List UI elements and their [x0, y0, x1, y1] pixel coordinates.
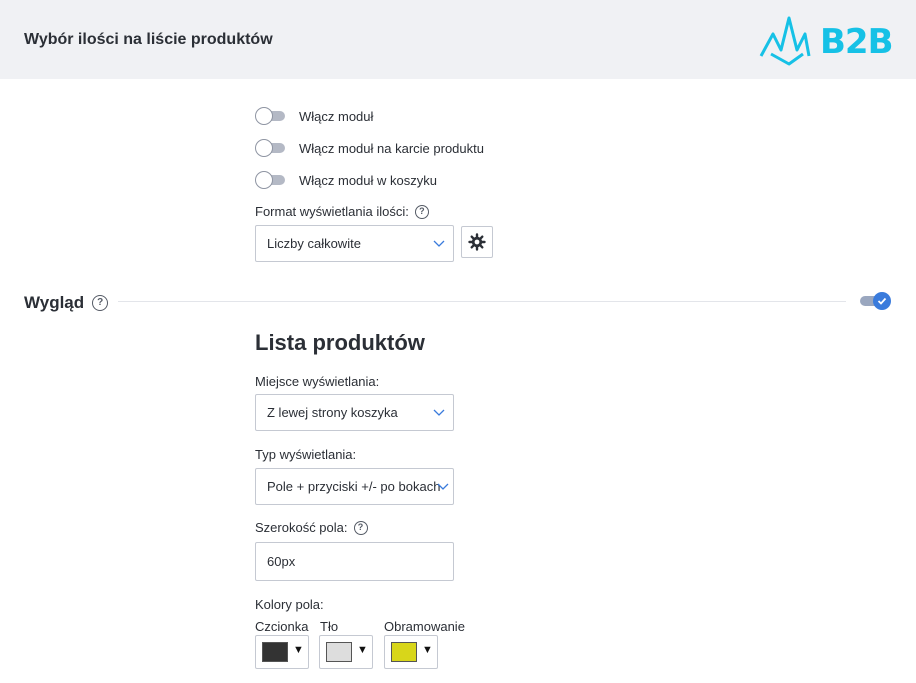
help-icon[interactable]: ?: [92, 295, 109, 311]
check-icon: [877, 297, 887, 305]
logo-text: B2B: [820, 22, 893, 62]
type-label: Typ wyświetlania:: [255, 447, 356, 462]
color-swatch: [391, 642, 417, 662]
color-picker-background[interactable]: ▼: [319, 635, 373, 669]
section-title-text: Wygląd: [24, 293, 85, 312]
toggle-label: Włącz moduł na karcie produktu: [299, 140, 484, 156]
placement-select-value: Z lewej strony koszyka: [267, 405, 398, 420]
color-swatch: [262, 642, 288, 662]
placement-select[interactable]: Z lewej strony koszyka: [255, 394, 454, 431]
logo-mountain-icon: [759, 16, 811, 66]
format-label: Format wyświetlania ilości: ?: [255, 204, 429, 219]
format-select[interactable]: Liczby całkowite: [255, 225, 454, 262]
color-picker-border[interactable]: ▼: [384, 635, 438, 669]
color-font-label: Czcionka: [255, 619, 309, 634]
width-label: Szerokość pola: ?: [255, 520, 368, 535]
color-background-label: Tło: [320, 619, 339, 634]
format-select-value: Liczby całkowite: [267, 236, 361, 251]
type-select[interactable]: Pole + przyciski +/- po bokach: [255, 468, 454, 505]
colors-label-text: Kolory pola:: [255, 597, 324, 612]
color-swatch: [326, 642, 352, 662]
help-icon[interactable]: ?: [414, 204, 429, 219]
section-divider: [118, 301, 846, 302]
caret-down-icon: ▼: [422, 644, 433, 656]
toggle-enable-product-card[interactable]: [255, 138, 287, 158]
toggle-label: Włącz moduł w koszyku: [299, 172, 437, 188]
gear-icon: [468, 233, 486, 251]
width-input[interactable]: [255, 542, 454, 581]
help-icon[interactable]: ?: [353, 520, 368, 535]
width-label-text: Szerokość pola:: [255, 520, 348, 535]
toggle-row-product-card: Włącz moduł na karcie produktu: [255, 138, 484, 158]
color-picker-font[interactable]: ▼: [255, 635, 309, 669]
color-border-label: Obramowanie: [384, 619, 465, 634]
section-title-appearance: Wygląd ?: [24, 293, 109, 313]
toggle-label: Włącz moduł: [299, 108, 374, 124]
page-header: Wybór ilości na liście produktów B2B: [0, 0, 916, 79]
placement-label-text: Miejsce wyświetlania:: [255, 374, 380, 389]
type-label-text: Typ wyświetlania:: [255, 447, 357, 462]
toggle-row-module: Włącz moduł: [255, 106, 373, 126]
placement-label: Miejsce wyświetlania:: [255, 374, 379, 389]
toggle-appearance[interactable]: [858, 291, 892, 311]
type-select-value: Pole + przyciski +/- po bokach: [267, 479, 441, 494]
toggle-row-cart: Włącz moduł w koszyku: [255, 170, 437, 190]
chevron-down-icon: [433, 409, 445, 416]
product-list-heading: Lista produktów: [255, 330, 425, 355]
format-settings-button[interactable]: [461, 226, 493, 258]
caret-down-icon: ▼: [357, 644, 368, 656]
chevron-down-icon: [437, 483, 449, 490]
page-title: Wybór ilości na liście produktów: [24, 31, 273, 48]
format-label-text: Format wyświetlania ilości:: [255, 204, 409, 219]
toggle-enable-cart[interactable]: [255, 170, 287, 190]
toggle-enable-module[interactable]: [255, 106, 287, 126]
b2b-logo: B2B: [757, 14, 897, 68]
chevron-down-icon: [433, 240, 445, 247]
caret-down-icon: ▼: [293, 644, 304, 656]
colors-label: Kolory pola:: [255, 597, 324, 612]
